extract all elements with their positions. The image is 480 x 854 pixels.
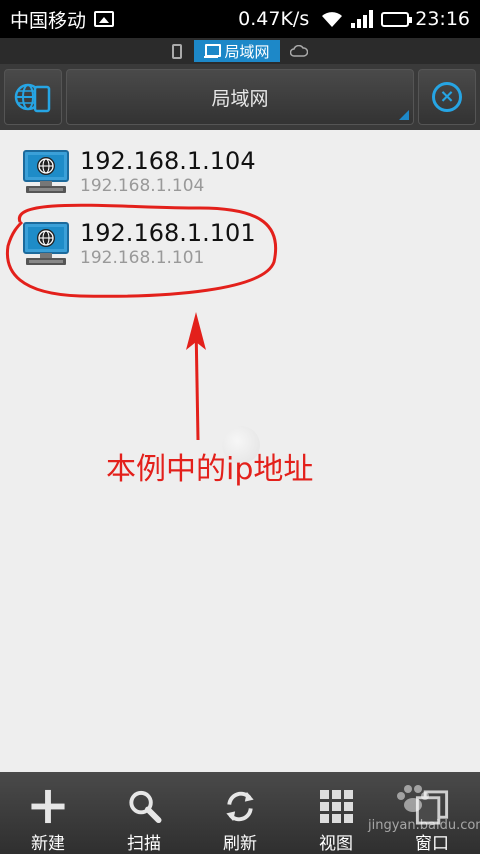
new-label: 新建 (31, 834, 65, 854)
paw-logo-icon (397, 785, 429, 812)
view-label: 视图 (319, 834, 353, 854)
search-icon (129, 790, 162, 824)
annotation-text: 本例中的ip地址 (106, 452, 314, 487)
annotation-ellipse (5, 203, 278, 298)
watermark: jingyan.baidu.com (368, 784, 480, 844)
refresh-icon (226, 791, 254, 822)
scan-button[interactable]: 扫描 (96, 772, 192, 854)
annotation-overlay (5, 203, 278, 441)
plus-icon (31, 789, 65, 824)
refresh-label: 刷新 (223, 834, 257, 854)
scan-label: 扫描 (127, 834, 161, 854)
new-button[interactable]: 新建 (0, 772, 96, 854)
watermark-url: jingyan.baidu.com (368, 818, 480, 833)
grid-view-icon (317, 788, 355, 825)
refresh-button[interactable]: 刷新 (192, 772, 288, 854)
